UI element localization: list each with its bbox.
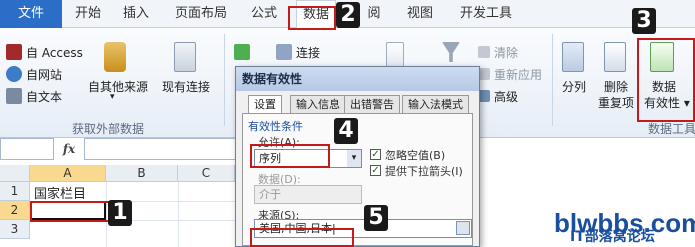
cell-a1[interactable]: 国家栏目 [34, 183, 86, 202]
ignore-blank-label: 忽略空值(B) [385, 149, 446, 162]
name-box[interactable] [0, 138, 54, 160]
dialog-tab-ime-mode[interactable]: 输入法模式 [402, 95, 469, 113]
group-separator [224, 34, 225, 126]
advanced-button[interactable]: 高级 [494, 88, 518, 105]
other-sources-button[interactable]: 自其他来源 [88, 78, 148, 95]
access-icon [6, 44, 22, 60]
remove-duplicates-line2[interactable]: 重复项 [598, 94, 634, 111]
dialog-title: 数据有效性 [236, 67, 479, 91]
gridline [178, 182, 179, 247]
column-header-c[interactable]: C [178, 165, 235, 182]
group-label-external-data: 获取外部数据 [72, 122, 145, 136]
remove-duplicates-icon [604, 42, 626, 72]
reapply-button[interactable]: 重新应用 [494, 66, 542, 83]
fx-icon[interactable]: fx [54, 138, 84, 160]
from-text-button[interactable]: 自文本 [26, 88, 62, 105]
data-select: 介于 [254, 185, 362, 204]
tab-view[interactable]: 视图 [402, 0, 438, 28]
dialog-tab-input-message[interactable]: 输入信息 [290, 95, 346, 113]
text-file-icon [6, 88, 22, 104]
dropdown-label: 提供下拉箭头(I) [385, 165, 463, 178]
chevron-down-icon: ▾ [110, 92, 115, 102]
row-header-3[interactable]: 3 [0, 220, 30, 239]
group-label-data-tools: 数据工具 [648, 122, 695, 136]
callout-badge-5: 5 [364, 205, 388, 231]
select-all-corner[interactable] [0, 165, 30, 182]
tab-developer[interactable]: 开发工具 [454, 0, 518, 28]
web-icon [6, 66, 22, 82]
callout-box-5 [250, 228, 354, 247]
range-picker-icon[interactable] [456, 221, 470, 235]
ignore-blank-checkbox[interactable]: ✓ [370, 149, 381, 160]
text-to-columns-button[interactable]: 分列 [562, 78, 586, 95]
text-to-columns-icon [562, 42, 584, 72]
watermark-site-name: IT部落窝论坛 [570, 229, 655, 245]
connections-button[interactable]: 连接 [296, 44, 320, 61]
clear-icon [478, 46, 490, 58]
tab-home[interactable]: 开始 [70, 0, 106, 28]
group-separator [552, 34, 553, 126]
formula-input[interactable] [84, 138, 244, 160]
callout-box-3 [637, 38, 695, 122]
tab-review[interactable]: 阅 [366, 0, 382, 28]
callout-badge-3: 3 [632, 8, 656, 34]
tab-formulas[interactable]: 公式 [246, 0, 282, 28]
column-header-b[interactable]: B [106, 165, 178, 182]
filter-icon [442, 42, 460, 62]
clear-button[interactable]: 清除 [494, 44, 518, 61]
database-icon [104, 42, 126, 72]
existing-connections-button[interactable]: 现有连接 [162, 78, 210, 95]
callout-badge-4: 4 [334, 118, 358, 144]
remove-duplicates-line1[interactable]: 删除 [604, 78, 628, 95]
tab-insert[interactable]: 插入 [118, 0, 154, 28]
row-header-1[interactable]: 1 [0, 182, 30, 201]
dropdown-checkbox[interactable]: ✓ [370, 165, 381, 176]
tab-file[interactable]: 文件 [0, 0, 62, 28]
dialog-tab-error-alert[interactable]: 出错警告 [344, 95, 400, 113]
existing-connections-icon [174, 42, 196, 72]
tab-page-layout[interactable]: 页面布局 [170, 0, 232, 28]
column-header-a[interactable]: A [30, 165, 106, 182]
from-access-button[interactable]: 自 Access [26, 44, 83, 61]
callout-badge-2: 2 [336, 2, 360, 28]
callout-box-4 [250, 144, 330, 168]
callout-box-2 [288, 6, 336, 30]
from-web-button[interactable]: 自网站 [26, 66, 62, 83]
validation-criteria-heading: 有效性条件 [248, 120, 303, 133]
chevron-down-icon[interactable]: ▾ [347, 150, 361, 167]
connections-icon [276, 44, 292, 60]
dialog-tab-settings[interactable]: 设置 [248, 95, 282, 113]
refresh-icon [234, 44, 250, 60]
callout-badge-1: 1 [108, 200, 132, 226]
row-header-2[interactable]: 2 [0, 201, 30, 220]
callout-box-1 [30, 201, 110, 222]
